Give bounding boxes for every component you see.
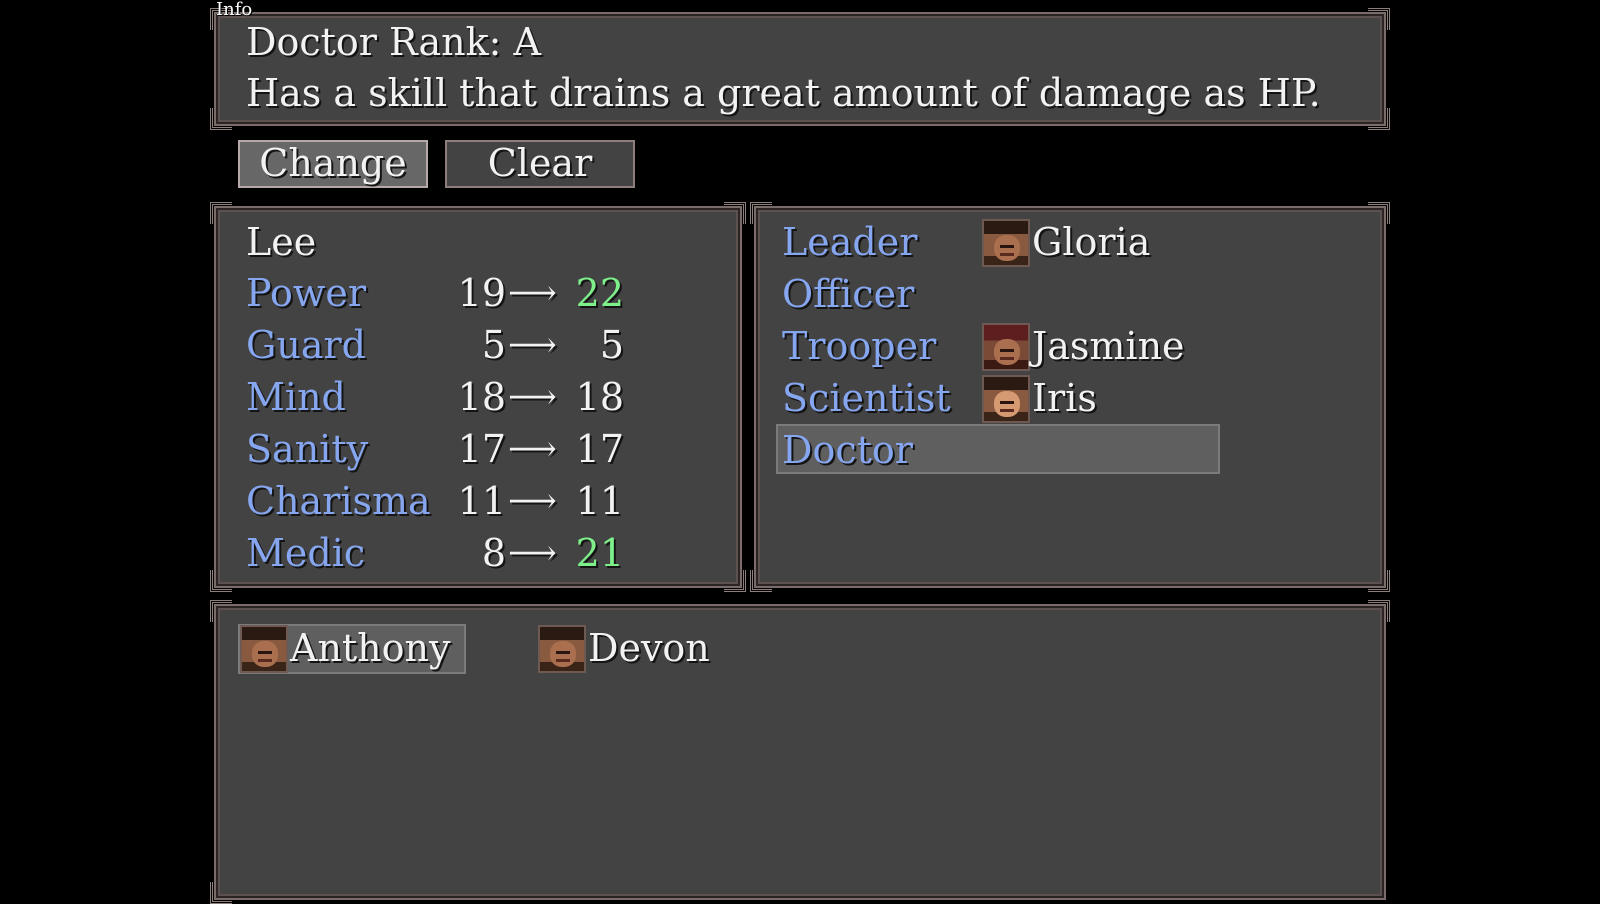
role-slot-doctor[interactable]: Doctor [782, 426, 913, 474]
role-slot-trooper[interactable]: Trooper [782, 322, 936, 370]
arrow-icon: ⟶ [508, 533, 557, 573]
assigned-member-name: Jasmine [1032, 324, 1185, 368]
info-tag-label: Info [216, 0, 253, 20]
stat-label-charisma: Charisma [246, 479, 431, 523]
frame-corner [210, 108, 232, 130]
member-portrait-icon [982, 375, 1030, 423]
stat-new-value: 11 [575, 479, 624, 523]
role-slot-leader[interactable]: Leader [782, 218, 917, 266]
arrow-icon: ⟶ [508, 325, 557, 365]
info-description-text: Has a skill that drains a great amount o… [246, 71, 1321, 115]
frame-corner [750, 202, 772, 224]
frame-corner [750, 570, 772, 592]
reserve-member-name[interactable]: Anthony [290, 624, 450, 672]
frame-corner [1368, 570, 1390, 592]
stat-new-value: 21 [575, 531, 624, 575]
stat-new-value: 5 [599, 323, 624, 367]
frame-corner [1368, 202, 1390, 224]
stat-current-value: 19 [457, 271, 506, 315]
stat-label-guard: Guard [246, 323, 366, 367]
frame-corner [210, 570, 232, 592]
stat-current-value: 18 [457, 375, 506, 419]
stat-label-sanity: Sanity [246, 427, 369, 471]
assigned-member-name: Iris [1032, 376, 1097, 420]
stat-new-value: 22 [575, 271, 624, 315]
reserve-members-window: Anthony Devon [210, 600, 1390, 904]
stat-current-value: 5 [481, 323, 506, 367]
frame-corner [1368, 8, 1390, 30]
stat-new-value: 18 [575, 375, 624, 419]
stat-label-medic: Medic [246, 531, 366, 575]
frame-corner [1368, 108, 1390, 130]
clear-button[interactable]: Clear [445, 140, 635, 188]
role-slot-scientist[interactable]: Scientist [782, 374, 951, 422]
stat-current-value: 11 [457, 479, 506, 523]
info-rank-text: Doctor Rank: A [246, 20, 541, 64]
frame-corner [724, 570, 746, 592]
change-button[interactable]: Change [238, 140, 428, 188]
member-portrait-icon [982, 219, 1030, 267]
stat-current-value: 17 [457, 427, 506, 471]
reserve-member-name[interactable]: Devon [588, 624, 710, 672]
stat-current-value: 8 [481, 531, 506, 575]
frame-corner [210, 600, 232, 622]
character-stats-window: Lee Power 19 ⟶ 22 Guard 5 ⟶ 5 Mind 18 ⟶ 18 Sanity 17 ⟶… [210, 202, 746, 592]
info-window: Doctor Rank: A Has a skill that drains a… [210, 8, 1390, 130]
frame-corner [1368, 600, 1390, 622]
stat-label-power: Power [246, 271, 367, 315]
arrow-icon: ⟶ [508, 429, 557, 469]
member-portrait-icon [538, 625, 586, 673]
frame-corner [724, 202, 746, 224]
arrow-icon: ⟶ [508, 481, 557, 521]
arrow-icon: ⟶ [508, 377, 557, 417]
member-portrait-icon [240, 625, 288, 673]
stat-label-mind: Mind [246, 375, 346, 419]
frame-corner [210, 202, 232, 224]
frame-corner [210, 882, 232, 904]
role-slot-officer[interactable]: Officer [782, 270, 914, 318]
arrow-icon: ⟶ [508, 273, 557, 313]
assigned-member-name: Gloria [1032, 220, 1151, 264]
role-assignment-window: Leader Gloria Officer Trooper Jasmine Scienti… [750, 202, 1390, 592]
character-name: Lee [246, 220, 317, 264]
stat-new-value: 17 [575, 427, 624, 471]
member-portrait-icon [982, 323, 1030, 371]
